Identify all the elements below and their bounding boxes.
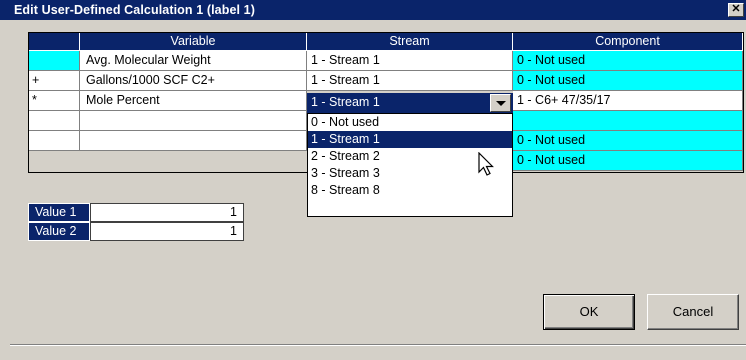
window-title: Edit User-Defined Calculation 1 (label 1… [14,3,255,17]
close-button[interactable]: ✕ [728,3,744,17]
dropdown-option[interactable]: 8 - Stream 8 [308,182,512,199]
dropdown-option[interactable]: 0 - Not used [308,114,512,131]
row-3-component-spacer [513,111,743,131]
mouse-pointer-icon [478,152,494,176]
row-2-component[interactable]: 0 - Not used [513,71,743,91]
row-5-component[interactable]: 0 - Not used [513,151,743,171]
row-5-variable[interactable] [80,131,307,151]
value-row: Value 2 1 [28,222,244,241]
header-variable: Variable [80,33,307,51]
row-3-variable[interactable]: Mole Percent [80,91,307,111]
cancel-button[interactable]: Cancel [647,294,739,330]
value-1-field[interactable]: 1 [90,203,244,222]
status-bar [10,344,746,360]
row-2-stream[interactable]: 1 - Stream 1 [307,71,513,91]
row-5-operator[interactable] [29,131,80,151]
stream-combo[interactable]: 1 - Stream 1 [307,93,513,113]
row-1-component[interactable]: 0 - Not used [513,51,743,71]
values-panel: Value 1 1 Value 2 1 [28,203,244,241]
header-stream: Stream [307,33,513,51]
row-2-operator[interactable]: + [29,71,80,91]
row-4-operator[interactable] [29,111,80,131]
row-1-operator[interactable] [29,51,80,71]
row-1-stream[interactable]: 1 - Stream 1 [307,51,513,71]
value-2-label: Value 2 [28,222,90,241]
row-4-variable[interactable] [80,111,307,131]
value-1-label: Value 1 [28,203,90,222]
row-1-variable[interactable]: Avg. Molecular Weight [80,51,307,71]
row-3-operator[interactable]: * [29,91,80,111]
combo-dropdown-button[interactable] [490,94,511,112]
ok-button[interactable]: OK [543,294,635,330]
close-icon: ✕ [731,3,741,15]
row-4-component[interactable]: 0 - Not used [513,131,743,151]
dropdown-option-selected[interactable]: 1 - Stream 1 [308,131,512,148]
row-2-variable[interactable]: Gallons/1000 SCF C2+ [80,71,307,91]
title-bar: Edit User-Defined Calculation 1 (label 1… [0,0,746,20]
row-3-component[interactable]: 1 - C6+ 47/35/17 [513,91,743,111]
header-op [29,33,80,51]
value-2-field[interactable]: 1 [90,222,244,241]
value-row: Value 1 1 [28,203,244,222]
header-component: Component [513,33,743,51]
